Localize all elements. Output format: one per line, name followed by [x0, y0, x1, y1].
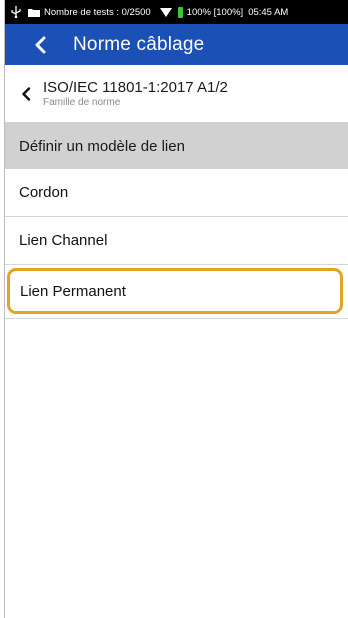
- back-button[interactable]: [33, 24, 69, 65]
- list-item-label: Lien Channel: [19, 232, 108, 249]
- battery-icon: [177, 6, 183, 18]
- battery-level: 100% [100%]: [186, 6, 244, 18]
- wifi-icon: [159, 7, 172, 17]
- chevron-left-icon: [21, 86, 35, 101]
- tests-count: Nombre de tests : 0/2500: [44, 6, 151, 18]
- usb-icon: [11, 6, 23, 18]
- page-title: Norme câblage: [73, 33, 205, 55]
- breadcrumb[interactable]: ISO/IEC 11801-1:2017 A1/2 Famille de nor…: [5, 65, 348, 123]
- list-item-lien-permanent[interactable]: Lien Permanent: [7, 268, 343, 314]
- breadcrumb-subtitle: Famille de norme: [43, 96, 121, 108]
- clock: 05:45 AM: [248, 6, 289, 18]
- list-item-label: Cordon: [19, 184, 69, 201]
- list-item-label: Lien Permanent: [20, 282, 126, 300]
- back-arrow-icon: [35, 36, 46, 53]
- app-bar: Norme câblage: [5, 24, 348, 65]
- divider: [5, 318, 348, 319]
- list-item-lien-channel[interactable]: Lien Channel: [5, 217, 348, 265]
- breadcrumb-title: ISO/IEC 11801-1:2017 A1/2: [43, 78, 228, 96]
- folder-icon: [28, 8, 40, 17]
- status-bar: Nombre de tests : 0/2500 100% [100%] 05:…: [5, 0, 348, 24]
- breadcrumb-texts: ISO/IEC 11801-1:2017 A1/2 Famille de nor…: [43, 79, 228, 109]
- section-header: Définir un modèle de lien: [5, 123, 348, 169]
- list-item-cordon[interactable]: Cordon: [5, 169, 348, 217]
- app-screen: Nombre de tests : 0/2500 100% [100%] 05:…: [4, 0, 348, 618]
